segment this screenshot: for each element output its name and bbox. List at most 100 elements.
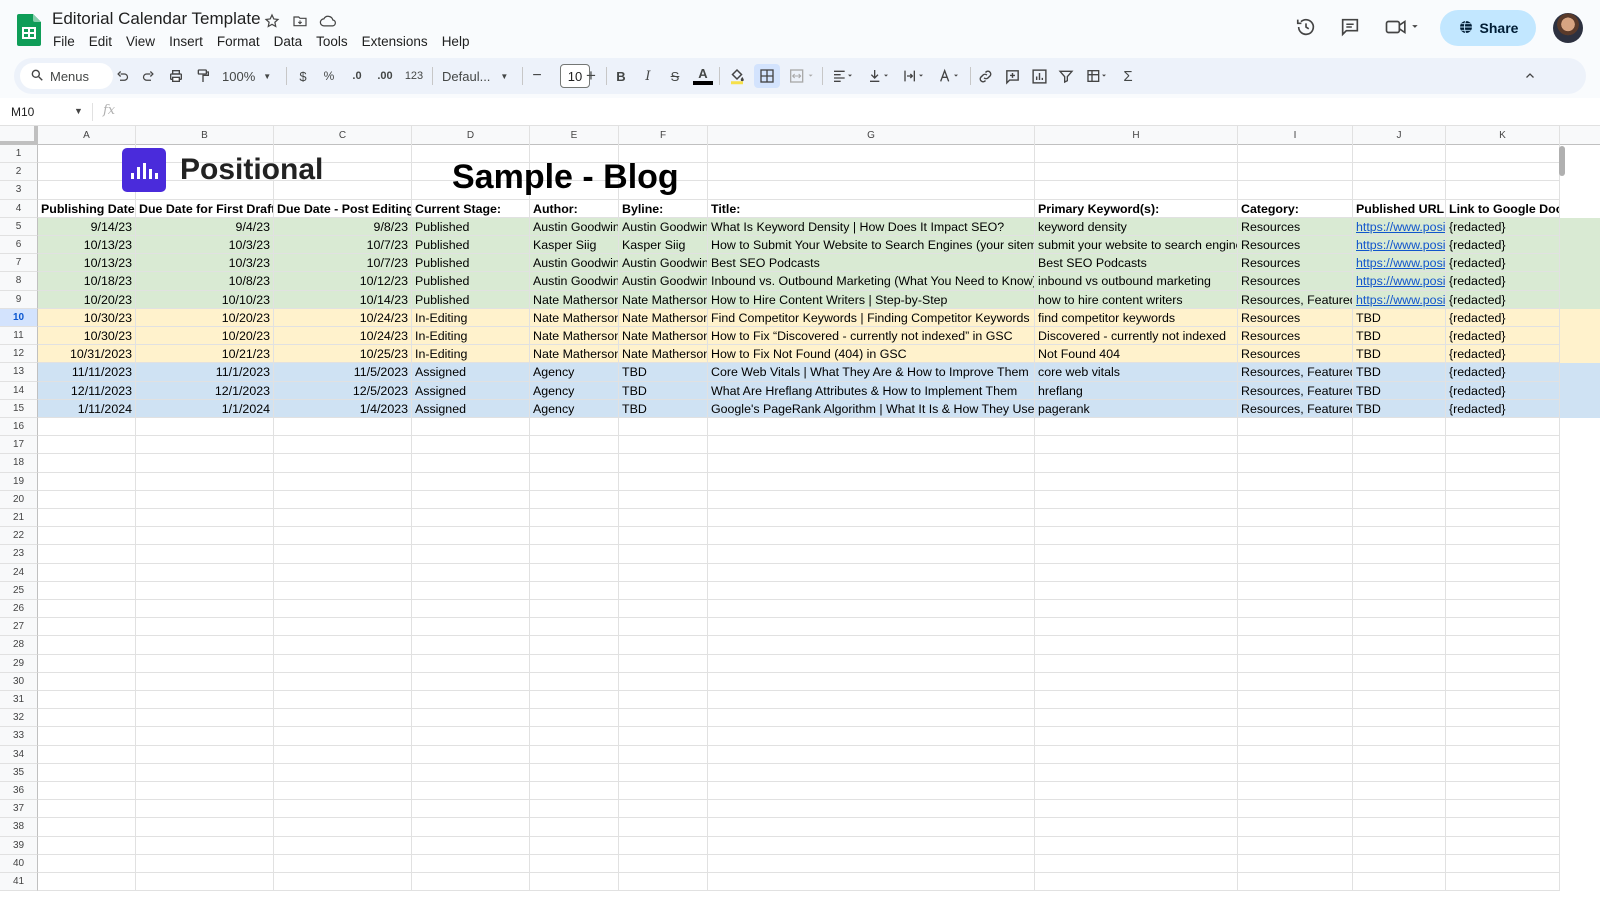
table-cell[interactable]: Published bbox=[412, 272, 530, 291]
table-cell[interactable] bbox=[708, 854, 1035, 873]
text-color-button[interactable]: A bbox=[693, 64, 713, 88]
table-cell[interactable] bbox=[1353, 672, 1446, 691]
table-cell[interactable] bbox=[1353, 527, 1446, 546]
table-cell[interactable] bbox=[1446, 745, 1560, 764]
table-cell[interactable]: Resources, Featured bbox=[1238, 399, 1353, 418]
table-cell[interactable]: {redacted} bbox=[1446, 217, 1560, 236]
table-cell[interactable]: Nate Matherson bbox=[619, 290, 708, 309]
column-header-f[interactable]: F bbox=[619, 126, 708, 145]
table-cell[interactable]: 10/3/23 bbox=[136, 254, 274, 273]
table-cell[interactable] bbox=[619, 654, 708, 673]
comments-icon[interactable] bbox=[1338, 15, 1362, 39]
table-cell[interactable]: keyword density bbox=[1035, 217, 1238, 236]
table-cell[interactable] bbox=[136, 618, 274, 637]
table-cell[interactable] bbox=[619, 818, 708, 837]
table-cell[interactable] bbox=[1035, 654, 1238, 673]
table-cell[interactable]: 12/5/2023 bbox=[274, 381, 412, 400]
menu-format[interactable]: Format bbox=[210, 32, 267, 51]
table-cell[interactable]: 10/8/23 bbox=[136, 272, 274, 291]
column-header-b[interactable]: B bbox=[136, 126, 274, 145]
table-cell[interactable] bbox=[38, 636, 136, 655]
table-cell[interactable] bbox=[274, 527, 412, 546]
table-cell[interactable] bbox=[274, 709, 412, 728]
table-cell[interactable] bbox=[1035, 672, 1238, 691]
row-header[interactable]: 9 bbox=[0, 290, 38, 309]
table-cell[interactable] bbox=[1353, 745, 1446, 764]
table-cell[interactable]: In-Editing bbox=[412, 327, 530, 346]
table-cell[interactable] bbox=[412, 509, 530, 528]
table-cell[interactable] bbox=[1238, 818, 1353, 837]
table-cell[interactable]: Agency bbox=[530, 399, 619, 418]
font-family-select[interactable]: Defaul... ▼ bbox=[442, 64, 514, 88]
table-cell[interactable] bbox=[38, 600, 136, 619]
table-cell[interactable] bbox=[1446, 163, 1560, 182]
sheet-grid[interactable]: ABCDEFGHIJK 1 2 3 4 5 6 7 8 9 10 11 12 13 14 15 16 17 18 1… bbox=[0, 126, 1600, 911]
row-header[interactable]: 16 bbox=[0, 418, 38, 437]
table-cell[interactable] bbox=[274, 654, 412, 673]
table-cell[interactable] bbox=[1035, 636, 1238, 655]
table-cell[interactable] bbox=[708, 527, 1035, 546]
table-cell[interactable] bbox=[1446, 436, 1560, 455]
table-cell[interactable] bbox=[1353, 454, 1446, 473]
table-cell[interactable] bbox=[1238, 636, 1353, 655]
table-cell[interactable] bbox=[274, 454, 412, 473]
table-cell[interactable] bbox=[136, 636, 274, 655]
table-cell[interactable] bbox=[708, 181, 1035, 200]
row-header[interactable]: 40 bbox=[0, 854, 38, 873]
menus-search[interactable]: Menus bbox=[20, 63, 113, 89]
table-cell[interactable] bbox=[136, 454, 274, 473]
table-cell[interactable] bbox=[530, 545, 619, 564]
insert-link-icon[interactable] bbox=[976, 64, 994, 88]
row-header[interactable]: 38 bbox=[0, 818, 38, 837]
table-cell[interactable]: inbound vs outbound marketing bbox=[1035, 272, 1238, 291]
table-cell[interactable]: 10/18/23 bbox=[38, 272, 136, 291]
table-cell[interactable]: 10/12/23 bbox=[274, 272, 412, 291]
row-header[interactable]: 28 bbox=[0, 636, 38, 655]
table-cell[interactable] bbox=[1035, 618, 1238, 637]
table-cell[interactable] bbox=[38, 618, 136, 637]
menu-help[interactable]: Help bbox=[435, 32, 477, 51]
table-cell[interactable] bbox=[530, 691, 619, 710]
table-cell[interactable]: Inbound vs. Outbound Marketing (What You… bbox=[708, 272, 1035, 291]
row-header[interactable]: 35 bbox=[0, 763, 38, 782]
header-cell[interactable]: Link to Google Doc bbox=[1446, 199, 1560, 218]
table-cell[interactable] bbox=[1446, 727, 1560, 746]
table-cell[interactable] bbox=[619, 545, 708, 564]
row-header[interactable]: 5 bbox=[0, 217, 38, 236]
table-cell[interactable]: Best SEO Podcasts bbox=[708, 254, 1035, 273]
table-cell[interactable] bbox=[38, 563, 136, 582]
table-cell[interactable] bbox=[1035, 763, 1238, 782]
table-cell[interactable] bbox=[1353, 563, 1446, 582]
table-cell[interactable] bbox=[530, 763, 619, 782]
table-cell[interactable] bbox=[708, 727, 1035, 746]
table-cell[interactable]: Austin Goodwin bbox=[530, 217, 619, 236]
table-cell[interactable]: Resources bbox=[1238, 327, 1353, 346]
table-cell[interactable] bbox=[1035, 691, 1238, 710]
row-header[interactable]: 22 bbox=[0, 527, 38, 546]
table-cell[interactable] bbox=[619, 836, 708, 855]
table-cell[interactable] bbox=[708, 545, 1035, 564]
table-cell[interactable] bbox=[1446, 581, 1560, 600]
table-cell[interactable]: Nate Matherson bbox=[530, 345, 619, 364]
table-cell[interactable] bbox=[530, 636, 619, 655]
table-cell[interactable]: 9/14/23 bbox=[38, 217, 136, 236]
table-cell[interactable] bbox=[708, 672, 1035, 691]
table-cell[interactable]: TBD bbox=[1353, 308, 1446, 327]
cloud-status-icon[interactable] bbox=[318, 11, 338, 31]
table-cell[interactable]: Kasper Siig bbox=[530, 236, 619, 255]
row-header[interactable]: 21 bbox=[0, 509, 38, 528]
table-cell[interactable] bbox=[1353, 782, 1446, 801]
table-cell[interactable] bbox=[1035, 727, 1238, 746]
table-cell[interactable] bbox=[1353, 836, 1446, 855]
table-cell[interactable]: Nate Matherson bbox=[530, 327, 619, 346]
table-cell[interactable] bbox=[1238, 763, 1353, 782]
table-cell[interactable]: find competitor keywords bbox=[1035, 308, 1238, 327]
table-cell[interactable] bbox=[1353, 418, 1446, 437]
table-cell[interactable] bbox=[412, 527, 530, 546]
table-cell[interactable] bbox=[708, 800, 1035, 819]
table-cell[interactable] bbox=[708, 618, 1035, 637]
table-cell[interactable]: 10/20/23 bbox=[136, 327, 274, 346]
table-cell[interactable] bbox=[1446, 782, 1560, 801]
table-cell[interactable] bbox=[1353, 145, 1446, 164]
table-cell[interactable]: https://www.positi bbox=[1353, 272, 1446, 291]
